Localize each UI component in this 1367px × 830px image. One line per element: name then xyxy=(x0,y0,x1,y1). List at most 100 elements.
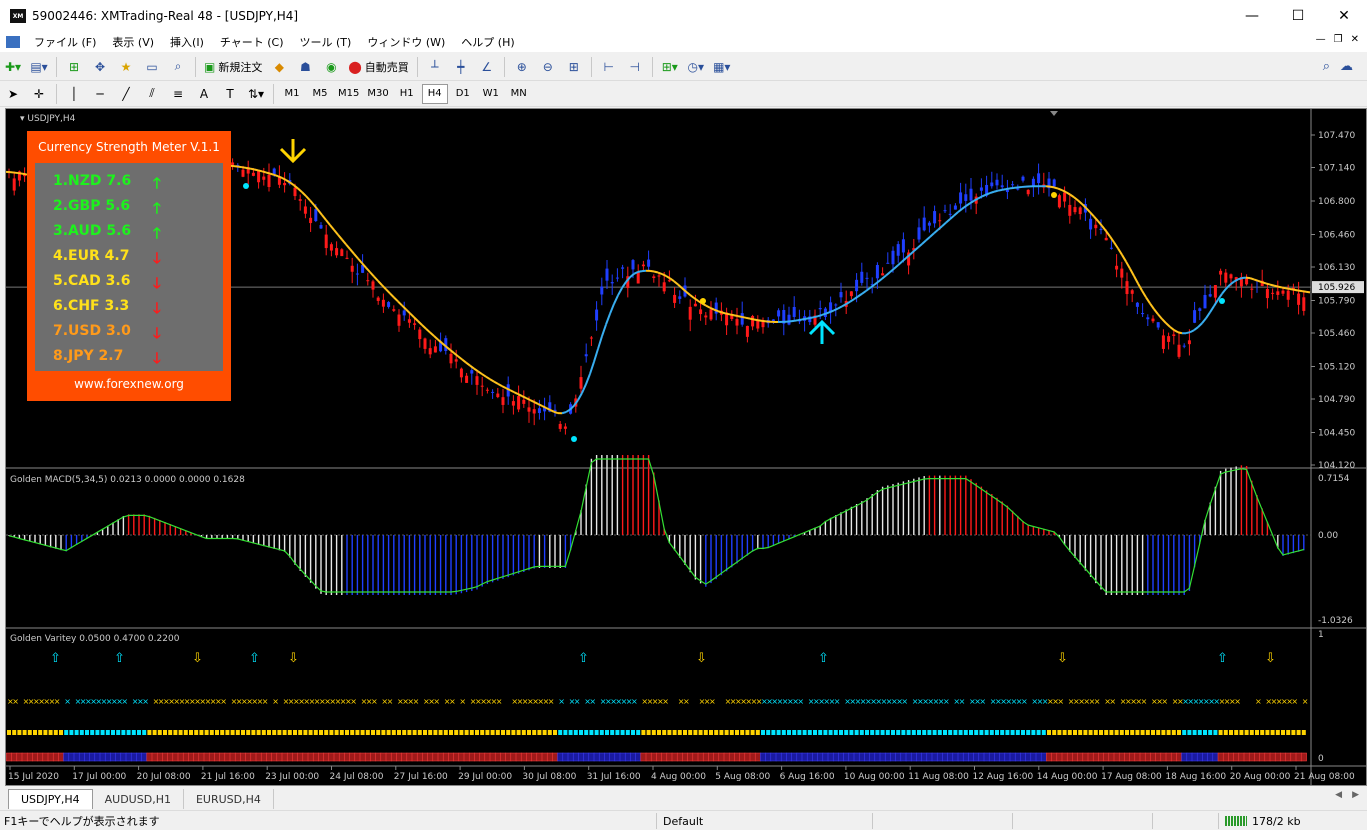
indicators-icon[interactable]: ⊞▾ xyxy=(659,56,681,78)
data-window-icon[interactable]: ✥ xyxy=(89,56,111,78)
ma-segment xyxy=(597,335,603,350)
cursor-icon[interactable]: ➤ xyxy=(2,83,24,105)
ma-segment xyxy=(241,166,247,169)
close-button[interactable]: ✕ xyxy=(1321,0,1367,32)
tile-windows-icon[interactable]: ⊞ xyxy=(563,56,585,78)
menu-tools[interactable]: ツール (T) xyxy=(292,34,360,50)
ma-segment xyxy=(917,243,923,249)
varitey-trend-cell xyxy=(1103,752,1110,762)
ma-segment xyxy=(945,218,951,224)
timeframe-m5[interactable]: M5 xyxy=(307,84,333,104)
strategy-tester-icon[interactable]: ⌕ xyxy=(167,56,189,78)
tab-audusd-h1[interactable]: AUDUSD,H1 xyxy=(93,789,184,809)
meter-row-nzd: 1.NZD 7.6 xyxy=(53,173,132,189)
ma-segment xyxy=(245,166,251,170)
signals-icon[interactable]: ☗ xyxy=(294,56,316,78)
periods-icon[interactable]: ◷▾ xyxy=(685,56,707,78)
ma-segment xyxy=(817,314,823,318)
mdi-minimize-button[interactable]: — xyxy=(1316,34,1326,45)
candle-body xyxy=(1120,268,1124,278)
market-icon[interactable]: ◉ xyxy=(320,56,342,78)
menu-window[interactable]: ウィンドウ (W) xyxy=(359,34,453,50)
vertical-line-icon[interactable]: │ xyxy=(63,83,85,105)
tab-scroll-left-icon[interactable]: ◀ xyxy=(1335,790,1342,800)
minimize-button[interactable]: — xyxy=(1229,0,1275,32)
time-tick-label: 18 Aug 16:00 xyxy=(1165,772,1226,782)
menu-insert[interactable]: 挿入(I) xyxy=(162,34,212,50)
candle-body xyxy=(428,348,432,355)
terminal-icon[interactable]: ▭ xyxy=(141,56,163,78)
varitey-trend-cell xyxy=(422,752,429,762)
varitey-square-mark xyxy=(807,730,812,735)
varitey-trend-cell xyxy=(162,752,169,762)
timeframe-m1[interactable]: M1 xyxy=(279,84,305,104)
ma-segment xyxy=(849,298,855,303)
varitey-trend-cell xyxy=(442,752,449,762)
chart-window-icon[interactable] xyxy=(6,36,20,48)
time-tick-label: 20 Jul 08:00 xyxy=(137,772,191,782)
chart-window[interactable]: ⇧ ⇧ ⇩ ⇧ ⇩ ⇧ ⇩ ⇧ ⇩ ⇧ ⇩ × × × × × × × × × × × × × × × × × × × × × × × × × × × × ×… xyxy=(5,108,1367,786)
auto-trade-button[interactable]: ⬤ 自動売買 xyxy=(346,56,410,78)
auto-scroll-icon[interactable]: ⊢ xyxy=(598,56,620,78)
timeframe-d1[interactable]: D1 xyxy=(450,84,476,104)
zoom-in-icon[interactable]: ⊕ xyxy=(511,56,533,78)
timeframe-h4[interactable]: H4 xyxy=(421,83,448,104)
tab-usdjpy-h4[interactable]: USDJPY,H4 xyxy=(8,789,93,809)
tab-eurusd-h4[interactable]: EURUSD,H4 xyxy=(184,789,274,809)
ma-segment xyxy=(1165,322,1171,328)
varitey-square-mark xyxy=(246,730,251,735)
timeframe-m30[interactable]: M30 xyxy=(364,84,391,104)
ma-segment xyxy=(345,243,351,250)
varitey-square-mark xyxy=(953,730,958,735)
templates-icon[interactable]: ▦▾ xyxy=(711,56,733,78)
chat-icon[interactable]: ☁ xyxy=(1340,59,1353,74)
timeframe-m15[interactable]: M15 xyxy=(335,84,362,104)
crosshair-icon[interactable]: ✛ xyxy=(28,83,50,105)
menu-chart[interactable]: チャート (C) xyxy=(212,34,292,50)
varitey-trend-cell xyxy=(1196,752,1203,762)
timeframe-w1[interactable]: W1 xyxy=(478,84,504,104)
timeframe-h1[interactable]: H1 xyxy=(394,84,420,104)
zoom-out-icon[interactable]: ⊖ xyxy=(537,56,559,78)
new-order-button[interactable]: ▣ 新規注文 xyxy=(202,56,264,78)
line-chart-icon[interactable]: ∠ xyxy=(476,56,498,78)
channel-icon[interactable]: ⫽ xyxy=(141,83,163,105)
candle-body xyxy=(917,227,921,240)
varitey-square-mark xyxy=(178,730,183,735)
bar-chart-icon[interactable]: ┴ xyxy=(424,56,446,78)
mdi-restore-button[interactable]: ❐ xyxy=(1334,34,1343,45)
tab-scroll-right-icon[interactable]: ▶ xyxy=(1352,790,1359,800)
maximize-button[interactable]: ☐ xyxy=(1275,0,1321,32)
text-icon[interactable]: A xyxy=(193,83,215,105)
trendline-icon[interactable]: ╱ xyxy=(115,83,137,105)
market-watch-icon[interactable]: ⊞ xyxy=(63,56,85,78)
candlestick-icon[interactable]: ┿ xyxy=(450,56,472,78)
varitey-square-mark xyxy=(1036,730,1041,735)
navigator-icon[interactable]: ★ xyxy=(115,56,137,78)
varitey-trend-cell xyxy=(942,752,949,762)
varitey-square-mark xyxy=(828,730,833,735)
timeframe-mn[interactable]: MN xyxy=(506,84,532,104)
profiles-icon[interactable]: ▤▾ xyxy=(28,56,50,78)
metaeditor-icon[interactable]: ◆ xyxy=(268,56,290,78)
varitey-trend-cell xyxy=(52,752,59,762)
horizontal-line-icon[interactable]: ─ xyxy=(89,83,111,105)
menu-view[interactable]: 表示 (V) xyxy=(104,34,162,50)
varitey-cross-mark: × xyxy=(548,697,555,706)
varitey-trend-cell xyxy=(645,752,652,762)
varitey-trend-cell xyxy=(1025,752,1032,762)
new-chart-icon[interactable]: ✚▾ xyxy=(2,56,24,78)
arrows-icon[interactable]: ⇅▾ xyxy=(245,83,267,105)
varitey-square-mark xyxy=(111,730,115,735)
search-icon[interactable]: ⌕ xyxy=(1323,59,1330,74)
menu-help[interactable]: ヘルプ (H) xyxy=(453,34,522,50)
ma-segment xyxy=(257,169,263,173)
chart-shift-icon[interactable]: ⊣ xyxy=(624,56,646,78)
text-label-icon[interactable]: T xyxy=(219,83,241,105)
mdi-close-button[interactable]: ✕ xyxy=(1351,34,1359,45)
candle-body xyxy=(787,314,791,325)
fibonacci-icon[interactable]: ≡ xyxy=(167,83,189,105)
varitey-square-mark xyxy=(1109,730,1114,735)
candle-body xyxy=(345,257,349,259)
menu-file[interactable]: ファイル (F) xyxy=(26,34,104,50)
